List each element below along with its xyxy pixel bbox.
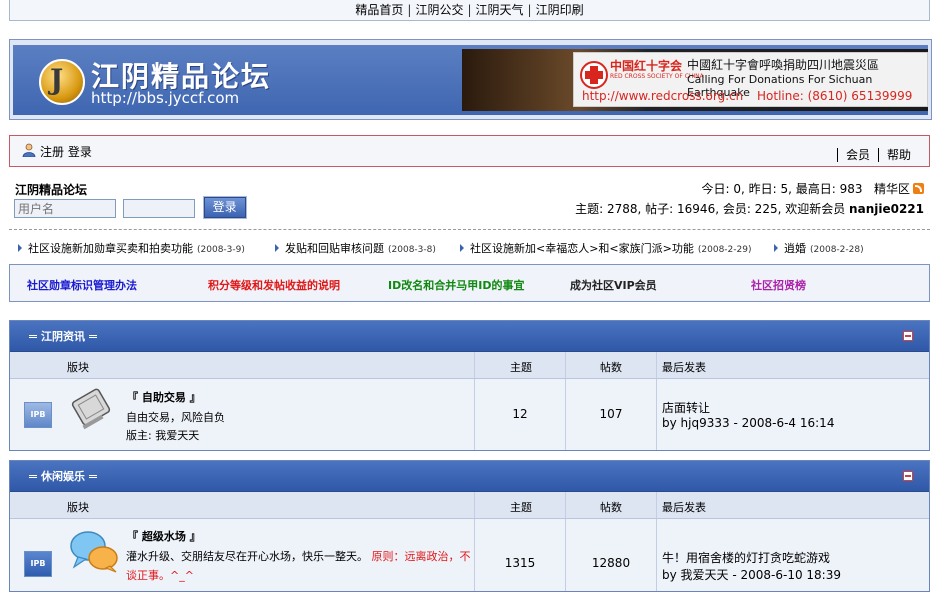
trade-forum-icon [71, 388, 111, 430]
news-item[interactable]: 发贴和回贴审核问题 (2008-3-8) [275, 240, 436, 256]
arrow-icon [774, 244, 778, 252]
arrow-icon [275, 244, 279, 252]
username-input[interactable] [14, 199, 116, 218]
col-forum: 版块 [67, 361, 89, 374]
col-posts: 帖数 [600, 361, 622, 374]
table-header: 版块 主题 帖数 最后发表 [10, 352, 929, 379]
user-icon [22, 143, 36, 157]
col-forum: 版块 [67, 501, 89, 514]
topic-count: 1315 [504, 556, 536, 570]
divider [9, 229, 930, 230]
help-link[interactable]: 帮助 [887, 148, 911, 162]
stats-today: 今日: 0, 昨日: 5, 最高日: 983 [701, 182, 863, 196]
forum-status-icon: IPB [24, 402, 52, 428]
notice-link-2[interactable]: ID改名和合并马甲ID的事宜 [388, 277, 524, 293]
red-cross-icon [580, 61, 608, 89]
notice-link-4[interactable]: 社区招贤榜 [751, 277, 806, 293]
notice-link-0[interactable]: 社区勋章标识管理办法 [27, 277, 137, 293]
notice-link-3[interactable]: 成为社区VIP会员 [570, 277, 657, 293]
forum-moderator[interactable]: 版主: 我爱天天 [126, 427, 199, 443]
col-last: 最后发表 [662, 361, 706, 374]
post-count: 107 [599, 407, 623, 421]
stats-line1: 今日: 0, 昨日: 5, 最高日: 983 精华区 [702, 180, 924, 197]
news-item[interactable]: 社区设施新加<幸福恋人>和<家族门派>功能 (2008-2-29) [460, 240, 751, 256]
chat-bubbles-icon [70, 531, 118, 573]
nav-link-weather[interactable]: 江阴天气 [476, 3, 524, 17]
post-count: 12880 [591, 556, 631, 570]
forum-name-link[interactable]: 『 超级水场 』 [127, 528, 201, 544]
login-button[interactable]: 登录 [202, 196, 247, 219]
last-post-title[interactable]: 店面转让 [662, 399, 710, 416]
logo-icon[interactable]: J [39, 59, 85, 105]
notice-link-1[interactable]: 积分等级和发帖收益的说明 [208, 277, 340, 293]
site-header: J 江阴精品论坛 http://bbs.jyccf.com 中国红十字会 RED… [9, 39, 932, 120]
notice-bar: 社区勋章标识管理办法 积分等级和发帖收益的说明 ID改名和合并马甲ID的事宜 成… [9, 264, 930, 302]
forum-desc: 灌水升级、交朋结友尽在开心水场，快乐一整天。 原则：远离政治，不谈正事。^_^ [126, 550, 471, 582]
nav-link-print[interactable]: 江阴印刷 [536, 3, 584, 17]
category-header: 江阴资讯 [10, 321, 929, 352]
forum-desc: 自由交易，风险自负 [126, 411, 225, 424]
category-title[interactable]: 江阴资讯 [41, 330, 85, 343]
col-topics: 主题 [510, 501, 532, 514]
arrow-icon [18, 244, 22, 252]
nav-link-bus[interactable]: 江阴公交 [415, 3, 463, 17]
redcross-banner[interactable]: 中国红十字会 RED CROSS SOCIETY OF CHINA 中國紅十字會… [462, 49, 928, 111]
category-leisure: 休闲娱乐 版块 主题 帖数 最后发表 IPB 『 超级水场 』 灌水升级、交朋结… [9, 460, 930, 592]
user-bar: 注册 登录 会员 帮助 [9, 135, 930, 167]
last-post-meta[interactable]: by 我爱天天 - 2008-6-10 18:39 [662, 566, 841, 583]
top-nav: 精品首页 | 江阴公交 | 江阴天气 | 江阴印刷 [9, 0, 930, 21]
banner-org-cn: 中国红十字会 [610, 59, 683, 73]
category-header: 休闲娱乐 [10, 461, 929, 492]
col-posts: 帖数 [600, 501, 622, 514]
collapse-icon[interactable] [903, 331, 913, 341]
table-row: IPB 『 自助交易 』 自由交易，风险自负 版主: 我爱天天 12 107 店… [10, 379, 929, 450]
arrow-icon [460, 244, 464, 252]
forum-name-link[interactable]: 『 自助交易 』 [127, 389, 201, 405]
last-post-meta[interactable]: by hjq9333 - 2008-6-4 16:14 [662, 416, 834, 430]
news-item[interactable]: 逍婚 (2008-2-28) [774, 240, 864, 256]
banner-hotline: Hotline: (8610) 65139999 [757, 89, 913, 103]
members-link[interactable]: 会员 [846, 148, 870, 162]
topic-count: 12 [512, 407, 528, 421]
stats-line2: 主题: 2788, 帖子: 16946, 会员: 225, 欢迎新会员 nanj… [575, 200, 924, 217]
nav-link-home[interactable]: 精品首页 [355, 3, 403, 17]
digest-link[interactable]: 精华区 [874, 182, 910, 196]
forum-status-icon: IPB [24, 551, 52, 577]
table-header: 版块 主题 帖数 最后发表 [10, 492, 929, 519]
category-title[interactable]: 休闲娱乐 [41, 470, 85, 483]
news-item[interactable]: 社区设施新加勋章买卖和拍卖功能 (2008-3-9) [18, 240, 245, 256]
banner-headline-cn: 中國紅十字會呼喚捐助四川地震災區 [687, 58, 880, 72]
register-link[interactable]: 注册 [40, 145, 64, 159]
logo-url[interactable]: http://bbs.jyccf.com [91, 89, 239, 107]
password-input[interactable] [122, 199, 195, 218]
category-jiangyin-news: 江阴资讯 版块 主题 帖数 最后发表 IPB 『 自助交易 』 自由交易，风险自… [9, 320, 930, 451]
col-topics: 主题 [510, 361, 532, 374]
login-link[interactable]: 登录 [68, 145, 92, 159]
col-last: 最后发表 [662, 501, 706, 514]
rss-icon[interactable] [913, 183, 924, 194]
banner-url: http://www.redcross.org.cn [582, 89, 744, 103]
new-member-link[interactable]: nanjie0221 [849, 202, 924, 216]
collapse-icon[interactable] [903, 471, 913, 481]
forum-name: 江阴精品论坛 [15, 183, 88, 197]
stats-totals: 主题: 2788, 帖子: 16946, 会员: 225, 欢迎新会员 [575, 202, 846, 216]
table-row: IPB 『 超级水场 』 灌水升级、交朋结友尽在开心水场，快乐一整天。 原则：远… [10, 519, 929, 591]
login-form: 登录 [14, 196, 247, 219]
last-post-title[interactable]: 牛！用宿舍楼的灯打贪吃蛇游戏 [662, 549, 830, 566]
